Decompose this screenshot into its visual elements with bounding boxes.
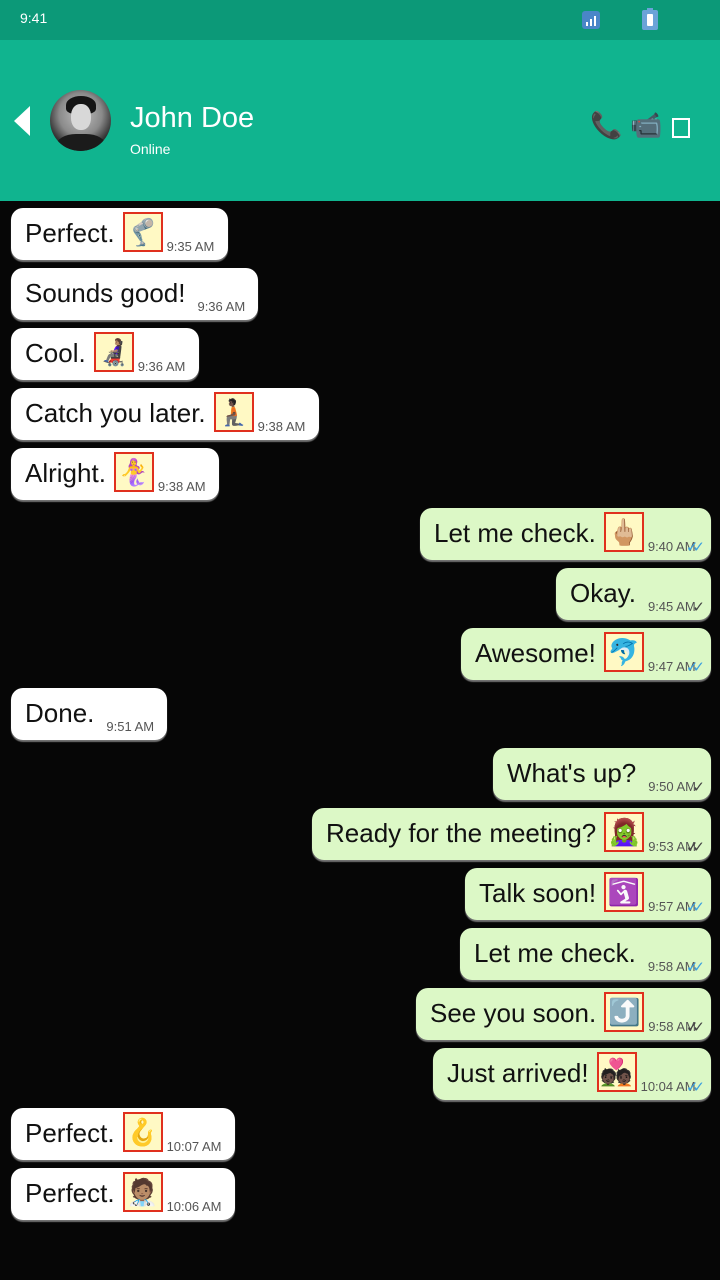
message-text: Cool.	[25, 338, 86, 368]
emoji-icon: 🧜‍♀️	[113, 452, 154, 492]
read-check-icon: ✓✓	[685, 899, 705, 916]
message-time: 9:45 AM	[647, 599, 696, 614]
outgoing-message[interactable]: Just arrived! 💑🏿 10:04 AM ✓✓	[433, 1048, 711, 1100]
message-text: Done.	[25, 698, 95, 728]
read-check-icon: ✓✓	[685, 659, 705, 676]
outgoing-message[interactable]: Awesome! 🐬 9:47 AM ✓✓	[461, 628, 711, 680]
message-text: Talk soon!	[479, 878, 597, 908]
message-text: Awesome!	[475, 638, 596, 668]
message-text: See you soon.	[430, 998, 597, 1028]
avatar[interactable]	[50, 90, 111, 151]
message-text: Let me check.	[434, 518, 596, 548]
message-text: Alright.	[25, 458, 106, 488]
emoji-icon: 🧟‍♀️	[604, 812, 645, 852]
message-text: Perfect.	[25, 218, 115, 248]
message-time: 10:07 AM	[166, 1139, 222, 1154]
emoji-icon: 🧑🏽‍⚕️	[122, 1172, 163, 1212]
read-check-icon: ✓✓	[685, 959, 705, 976]
battery-icon	[642, 8, 658, 30]
incoming-message[interactable]: Perfect. 🦿 9:35 AM	[11, 208, 228, 260]
incoming-message[interactable]: Perfect. 🪝 10:07 AM	[11, 1108, 235, 1160]
chat-header: John Doe Online 📞 📹	[0, 40, 720, 201]
message-time: 10:06 AM	[166, 1199, 222, 1214]
outgoing-message[interactable]: Let me check. 9:58 AM ✓✓	[460, 928, 711, 980]
sent-check-icon: ✓	[692, 599, 704, 616]
incoming-message[interactable]: Catch you later. 🧎🏿 9:38 AM	[11, 388, 319, 440]
emoji-icon: 🧎🏿	[213, 392, 254, 432]
message-time: 9:51 AM	[106, 719, 155, 734]
outgoing-message[interactable]: See you soon. ⤴️ 9:58 AM ✓✓	[416, 988, 711, 1040]
outgoing-message[interactable]: Talk soon! 🛐 9:57 AM ✓✓	[465, 868, 711, 920]
read-check-icon: ✓✓	[685, 539, 705, 556]
emoji-icon: 🖕🏼	[603, 512, 644, 552]
emoji-icon: 👩🏽‍🦼	[93, 332, 134, 372]
delivered-check-icon: ✓✓	[685, 1019, 705, 1036]
incoming-message[interactable]: Sounds good! 9:36 AM	[11, 268, 258, 320]
outgoing-message[interactable]: Okay. 9:45 AM ✓	[556, 568, 711, 620]
video-camera-icon[interactable]: 📹	[630, 112, 662, 138]
emoji-icon: ⤴️	[604, 992, 645, 1032]
emoji-icon: 🛐	[604, 872, 645, 912]
emoji-icon: 🪝	[122, 1112, 163, 1152]
message-text: Okay.	[570, 578, 636, 608]
sent-check-icon: ✓	[692, 779, 704, 796]
contact-status: Online	[130, 141, 171, 157]
message-text: Just arrived!	[447, 1058, 589, 1088]
incoming-message[interactable]: Done. 9:51 AM	[11, 688, 167, 740]
message-text: Perfect.	[25, 1178, 115, 1208]
message-text: Perfect.	[25, 1118, 115, 1148]
status-time: 9:41	[20, 10, 48, 26]
outgoing-message[interactable]: Ready for the meeting? 🧟‍♀️ 9:53 AM ✓✓	[312, 808, 711, 860]
delivered-check-icon: ✓✓	[685, 839, 705, 856]
status-bar: 9:41	[0, 0, 720, 40]
read-check-icon: ✓✓	[685, 1079, 705, 1096]
emoji-icon: 🦿	[122, 212, 163, 252]
message-text: Catch you later.	[25, 398, 206, 428]
message-time: 9:50 AM	[648, 779, 696, 794]
incoming-message[interactable]: Cool. 👩🏽‍🦼 9:36 AM	[11, 328, 199, 380]
signal-icon	[582, 11, 600, 29]
message-time: 9:38 AM	[257, 419, 306, 434]
incoming-message[interactable]: Alright. 🧜‍♀️ 9:38 AM	[11, 448, 219, 500]
message-text: Sounds good!	[25, 278, 186, 308]
more-options-icon[interactable]	[672, 118, 690, 138]
outgoing-message[interactable]: What's up? 9:50 AM ✓	[493, 748, 711, 800]
message-time: 9:38 AM	[157, 479, 206, 494]
message-time: 9:36 AM	[137, 359, 186, 374]
message-list[interactable]: Perfect. 🦿 9:35 AM Sounds good! 9:36 AM Cool.…	[0, 201, 720, 1280]
incoming-message[interactable]: Perfect. 🧑🏽‍⚕️ 10:06 AM	[11, 1168, 235, 1220]
message-text: Ready for the meeting?	[326, 818, 597, 848]
phone-icon[interactable]: 📞	[590, 112, 622, 138]
back-arrow-icon[interactable]	[14, 106, 30, 136]
emoji-icon: 🐬	[603, 632, 644, 672]
message-text: Let me check.	[474, 938, 636, 968]
outgoing-message[interactable]: Let me check. 🖕🏼 9:40 AM ✓✓	[420, 508, 711, 560]
message-time: 9:35 AM	[166, 239, 215, 254]
emoji-icon: 💑🏿	[596, 1052, 637, 1092]
message-text: What's up?	[507, 758, 637, 788]
message-time: 9:36 AM	[197, 299, 246, 314]
contact-name[interactable]: John Doe	[130, 102, 254, 135]
